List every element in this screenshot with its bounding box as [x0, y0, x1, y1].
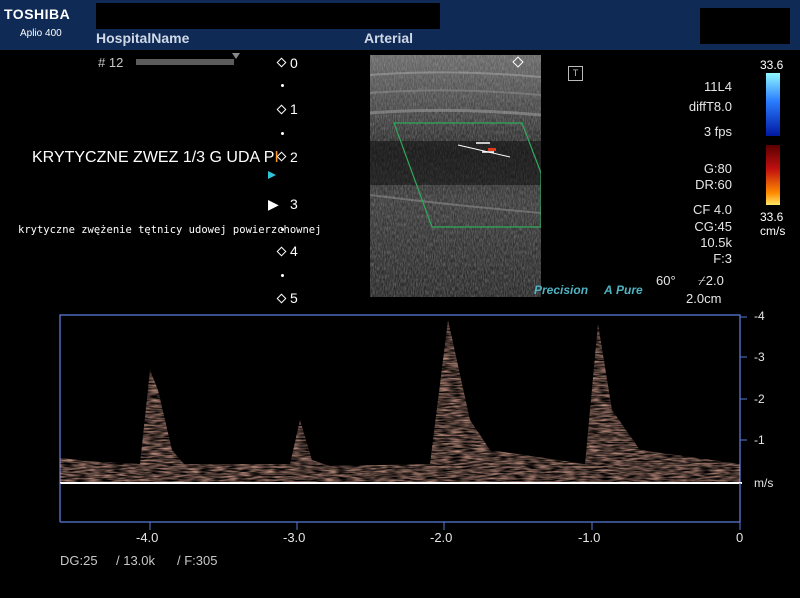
exam-preset: Arterial — [364, 30, 414, 46]
model-name: Aplio 400 — [20, 28, 62, 39]
trapezoid-mode-icon: T — [568, 66, 583, 81]
color-scale-positive-bar — [766, 73, 780, 136]
velocity-tick-label: -2 — [754, 392, 765, 406]
annotation-line-2: krytyczne zwężenie tętnicy udowej powier… — [18, 224, 322, 236]
depth-tick-icon — [281, 132, 284, 135]
depth-diamond-icon — [276, 104, 287, 115]
gain-label: G:80 — [703, 161, 732, 176]
spectral-doppler-display[interactable] — [0, 300, 800, 560]
doppler-filter-label: / F:305 — [177, 553, 218, 568]
color-scale-negative-bar — [766, 145, 780, 205]
brand-name: TOSHIBA — [4, 6, 71, 22]
angle-label: 60° — [656, 273, 676, 288]
pure-symbol: A — [604, 283, 613, 297]
pure-label: Pure — [616, 283, 643, 297]
hospital-name: HospitalName — [96, 30, 190, 46]
mode-label: diffT8.0 — [688, 99, 732, 114]
filter-label: F:3 — [713, 251, 732, 266]
color-focus-marker-icon — [268, 171, 276, 179]
time-tick-label: -3.0 — [283, 530, 306, 545]
depth-label-4: 4 — [290, 243, 298, 259]
time-tick-label: -1.0 — [578, 530, 601, 545]
depth-tick-icon — [281, 274, 284, 277]
velocity-tick-label: -4 — [754, 309, 765, 323]
time-tick-label: -4.0 — [136, 530, 159, 545]
color-scale-top-value: 33.6 — [760, 58, 784, 72]
doppler-gain-label: DG:25 — [60, 553, 98, 568]
depth-label-3: 3 — [290, 196, 298, 212]
velocity-tick-label: -3 — [754, 350, 765, 364]
annotation-line-1: KRYTYCZNE ZWEZ 1/3 G UDA PI — [32, 149, 279, 167]
depth-label-2: 2 — [290, 149, 298, 165]
probe-label: 11L4 — [704, 79, 732, 94]
angle-correction-label: ⌿2.0 — [698, 273, 724, 288]
annotation-text: KRYTYCZNE ZWEZ 1/3 G UDA P — [32, 149, 275, 166]
time-tick-label: -2.0 — [430, 530, 453, 545]
cine-scroll-bar[interactable] — [136, 59, 234, 65]
time-tick-label: 0 — [736, 530, 744, 545]
color-scale-bottom-value: 33.6 — [760, 210, 784, 224]
color-scale-unit: cm/s — [760, 224, 786, 238]
color-frequency-label: CF 4.0 — [692, 202, 732, 217]
brand-logo: TOSHIBA Aplio 400 — [4, 6, 90, 46]
spectrum-waveform — [60, 320, 740, 483]
focus-marker-icon: ▶ — [268, 196, 279, 212]
cine-frame-number: # 12 — [98, 55, 124, 70]
b-mode-image[interactable] — [370, 55, 541, 297]
velocity-tick-label: -1 — [754, 433, 765, 447]
velocity-unit-label: m/s — [754, 476, 774, 490]
depth-tick-icon — [281, 84, 284, 87]
prf-label: 10.5k — [700, 235, 732, 250]
precision-label: Precision — [534, 283, 589, 297]
text-cursor-icon: I — [274, 149, 279, 166]
doppler-prf-label: / 13.0k — [116, 553, 156, 568]
cine-marker-icon — [232, 53, 240, 59]
redacted-date-info — [700, 8, 790, 44]
dynamic-range-label: DR:60 — [695, 177, 732, 192]
depth-diamond-icon — [276, 246, 287, 257]
color-gain-label: CG:45 — [694, 219, 732, 234]
fps-label: 3 fps — [703, 124, 732, 139]
redacted-patient-info — [96, 3, 440, 29]
depth-label-1: 1 — [290, 101, 298, 117]
depth-label-0: 0 — [290, 55, 298, 71]
depth-diamond-icon — [276, 57, 287, 68]
